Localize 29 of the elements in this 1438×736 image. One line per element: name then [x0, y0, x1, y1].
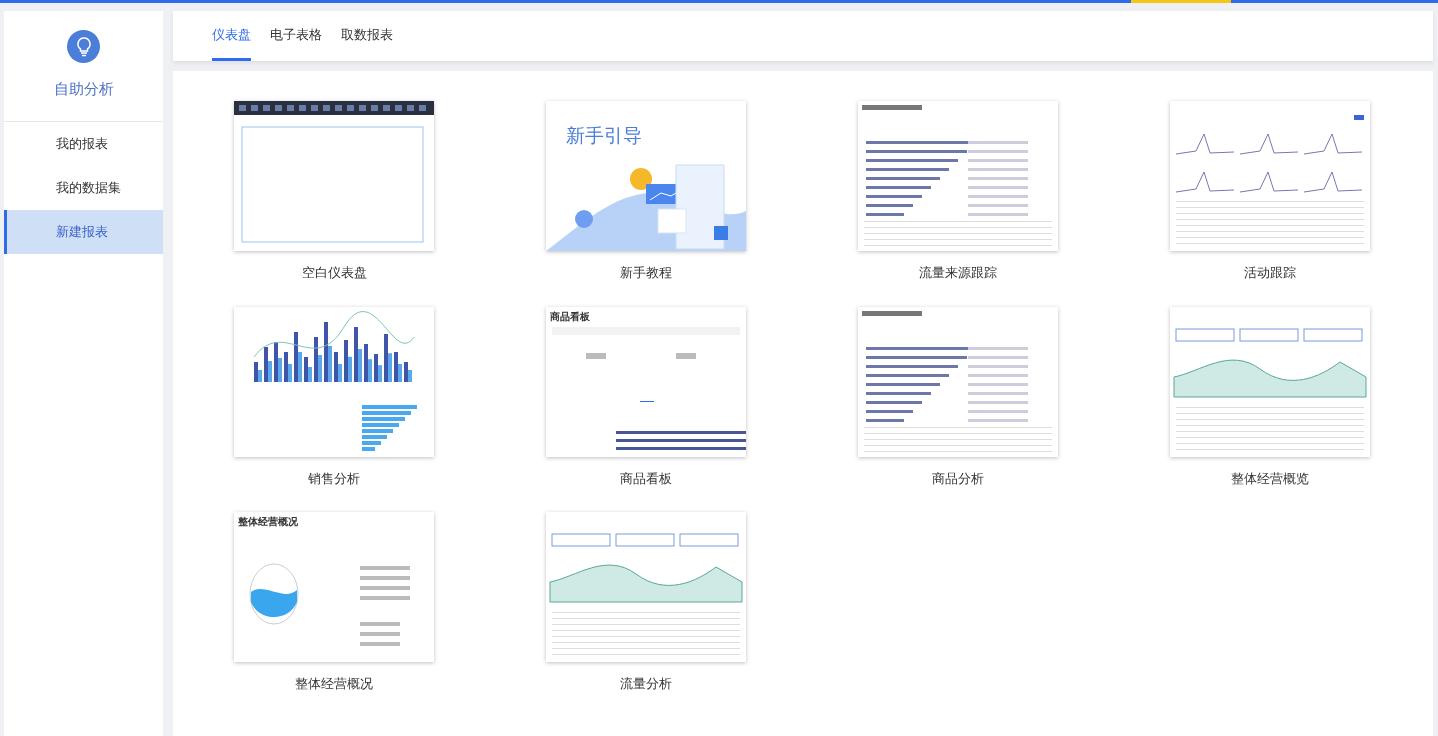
- template-card[interactable]: 销售分析: [234, 306, 434, 488]
- template-name: 商品看板: [620, 469, 672, 488]
- preview-title: 新手引导: [566, 123, 642, 148]
- template-name: 活动跟踪: [1244, 264, 1296, 282]
- template-name: 空白仪表盘: [301, 264, 367, 282]
- tab[interactable]: 电子表格: [270, 11, 322, 61]
- template-card[interactable]: 流量来源跟踪: [858, 101, 1058, 283]
- template-name: 流量分析: [620, 675, 672, 693]
- template-card[interactable]: 整体经营概览: [1170, 306, 1370, 488]
- template-name: 流量来源跟踪: [919, 264, 997, 282]
- sidebar-title: 自助分析: [53, 79, 114, 100]
- template-card[interactable]: 商品看板 商品看板: [546, 306, 746, 488]
- template-card[interactable]: 整体经营概况 整体经营概况: [234, 512, 434, 694]
- preview-title: 整体经营概况: [238, 514, 298, 529]
- tab[interactable]: 取数报表: [341, 11, 393, 61]
- tab[interactable]: 仪表盘: [212, 11, 251, 61]
- template-card[interactable]: 流量分析: [546, 512, 746, 694]
- template-card[interactable]: 活动跟踪: [1170, 101, 1370, 283]
- template-card[interactable]: 新手引导 新手教程: [546, 101, 746, 283]
- sidebar-item[interactable]: 新建报表: [4, 210, 163, 254]
- template-name: 商品分析: [932, 469, 984, 488]
- template-name: 整体经营概览: [1231, 469, 1309, 488]
- template-card[interactable]: 商品分析: [858, 306, 1058, 488]
- template-name: 销售分析: [308, 469, 360, 488]
- template-name: 新手教程: [620, 264, 672, 282]
- preview-title: 商品看板: [550, 308, 590, 324]
- lightbulb-icon: [67, 30, 100, 63]
- template-card[interactable]: 空白仪表盘: [234, 101, 434, 283]
- template-name: 整体经营概况: [295, 675, 373, 693]
